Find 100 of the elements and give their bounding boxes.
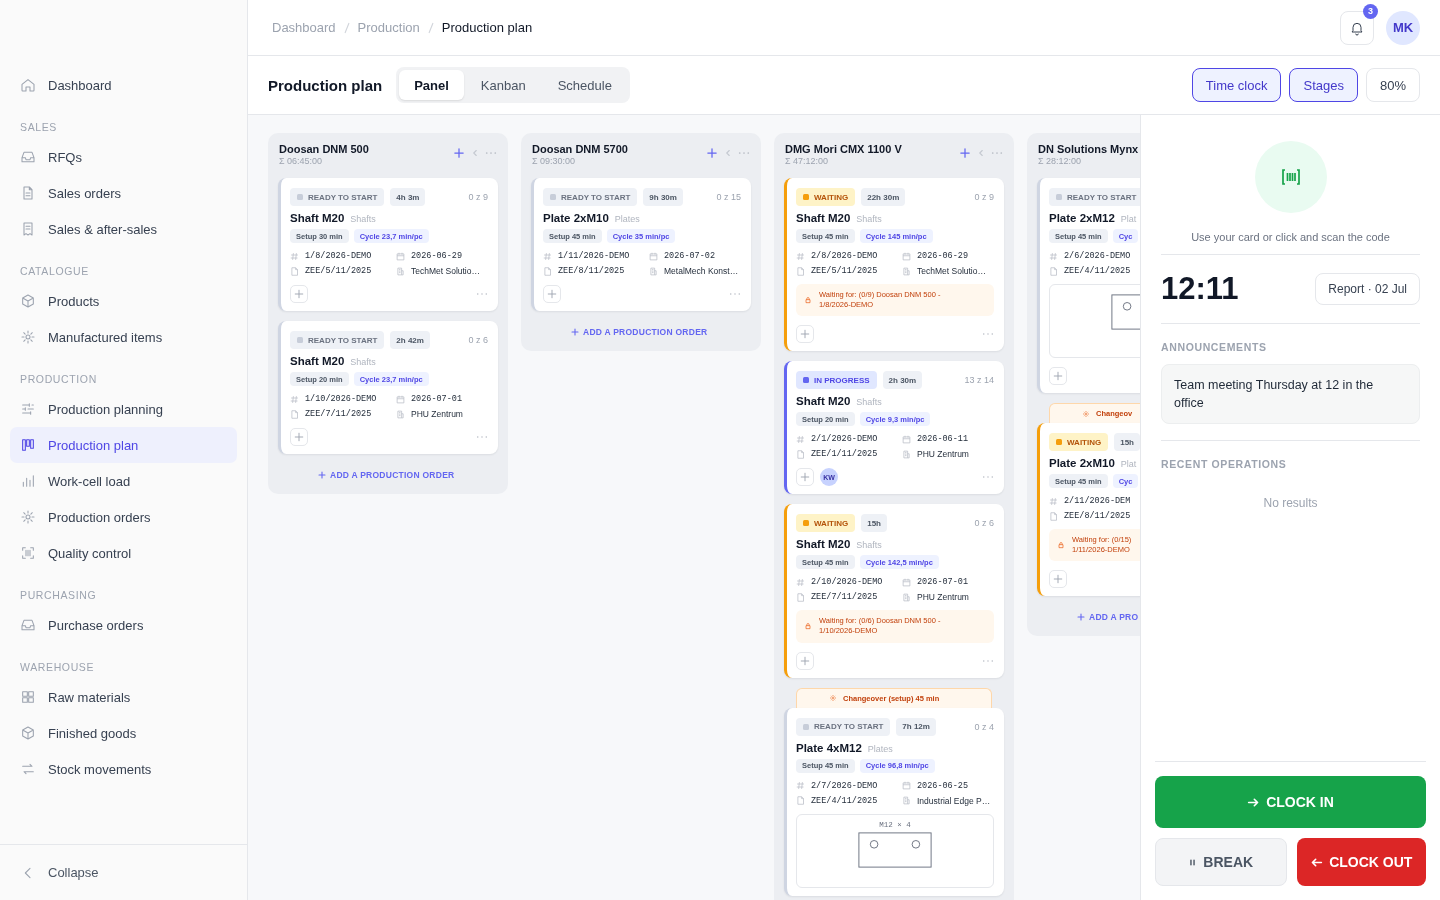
document-icon [543,266,552,276]
grid-icon [20,689,36,705]
document-number: ZEE/4/11/2025 [1064,266,1131,276]
view-tab[interactable]: Panel [399,70,464,100]
add-order-button[interactable]: ADD A PRO [1077,606,1139,625]
sidebar-item[interactable]: Sales orders [10,175,237,211]
document-number: ZEE/7/11/2025 [305,409,372,419]
sidebar-item[interactable]: Raw materials [10,679,237,715]
sidebar-item[interactable]: Production plan [10,427,237,463]
toolbar-button[interactable]: Time clock [1191,68,1282,102]
sidebar-item[interactable]: Purchase orders [10,607,237,643]
plus-icon [707,148,717,158]
more-icon [982,332,994,337]
sidebar-item[interactable]: Sales & after-sales [10,211,237,247]
customer-name: PHU Zentrum [917,449,969,460]
plus-icon [547,289,557,299]
quantity-count: 0 z 9 [974,192,994,202]
product-category: Shafts [856,397,882,408]
view-tab[interactable]: Kanban [465,70,541,100]
status-badge: IN PROGRESS [796,371,877,390]
sun-icon [829,694,837,702]
building-icon [396,409,405,419]
due-date: 2026-07-02 [664,251,715,261]
sidebar-item[interactable]: Products [10,283,237,319]
sidebar-item[interactable]: Dashboard [10,67,237,103]
product-name: Plate 4xM12 [796,741,862,754]
sidebar-item[interactable]: Quality control [10,535,237,571]
customer-name: PHU Zentrum [411,409,463,419]
section-heading: PURCHASING [19,588,98,603]
arrows-icon [20,761,36,777]
status-badge: READY TO START [290,188,385,206]
sidebar-item[interactable]: Production orders [10,499,237,535]
toolbar-button[interactable]: Stages [1289,68,1358,102]
breadcrumb-link[interactable]: Production plan [441,20,533,35]
plus-icon [1053,371,1063,381]
view-tab[interactable]: Schedule [542,70,627,100]
product-category: Plates [614,214,640,224]
toolbar-button[interactable]: 80% [1365,68,1420,102]
product-category: Plat [1120,214,1137,224]
break-button[interactable]: BREAK [1155,838,1287,886]
building-icon [649,266,658,276]
machine-name: Doosan DNM 5700 [532,143,629,155]
document-number: ZEE/7/11/2025 [811,592,878,603]
cube-icon [20,293,36,309]
product-category: Shafts [856,540,882,551]
quantity-count: 0 z 9 [468,192,488,202]
product-category: Plat [1120,459,1137,469]
separator-icon [343,21,350,34]
add-order-button[interactable]: ADD A PRODUCTION ORDER [318,464,455,482]
quantity-count: 0 z 6 [974,518,994,529]
product-category: Shafts [856,214,882,224]
add-button[interactable] [959,147,971,159]
sidebar-item[interactable]: Production planning [10,391,237,427]
section-heading: CATALOGUE [19,264,90,279]
product-name: Shaft M20 [796,212,851,224]
arrow-left-icon [1310,855,1324,869]
total-time: Σ 28:12:00 [1038,156,1083,166]
page-title: Production plan [268,76,383,94]
building-icon [396,266,405,276]
sidebar-item[interactable]: Manufactured items [10,319,237,355]
plus-icon [800,329,810,340]
add-button[interactable] [706,147,718,159]
sidebar-item[interactable]: Finished goods [10,715,237,751]
status-badge: READY TO START [543,188,638,206]
cube-icon [20,725,36,741]
inbox-icon [20,617,36,633]
building-icon [902,266,911,276]
user-avatar[interactable]: MK [1386,10,1420,45]
sidebar-item[interactable]: Stock movements [10,751,237,787]
arrow-right-icon [1247,795,1261,809]
clock-out-button[interactable]: CLOCK OUT [1296,838,1426,886]
scan-icon [20,545,36,561]
add-order-button[interactable]: ADD A PRODUCTION ORDER [571,321,708,339]
duration-badge: 15h [1114,433,1140,451]
lock-icon [804,296,812,305]
add-button[interactable] [453,147,465,159]
sidebar-item[interactable]: RFQs [10,139,237,175]
order-number: 2/1/2026-DEMO [811,434,878,445]
section-heading: WAREHOUSE [19,660,96,675]
chevron-left-icon [723,148,733,158]
document-icon [796,449,805,459]
notifications-button[interactable] [1340,10,1374,45]
section-heading: RECENT OPERATIONS [1161,458,1288,471]
machine-name: DMG Mori CMX 1100 V [785,143,903,155]
plus-icon [318,471,326,479]
duration-badge: 2h 42m [390,331,430,349]
plus-icon [294,289,304,299]
report-button[interactable]: Report · 02 Jul [1315,273,1420,305]
product-name: Shaft M20 [290,355,345,367]
section-heading: SALES [19,120,58,135]
sidebar-item[interactable]: Work-cell load [10,463,237,499]
chevron-left-icon [976,148,986,158]
lock-icon [1057,541,1065,550]
bar-chart-icon [20,473,36,489]
building-icon [902,449,911,459]
duration-badge: 22h 30m [861,188,906,206]
gear-icon [20,329,36,345]
collapse-button[interactable]: Collapse [0,864,119,881]
order-number: 1/8/2026-DEMO [305,251,372,261]
receipt-icon [20,221,36,237]
